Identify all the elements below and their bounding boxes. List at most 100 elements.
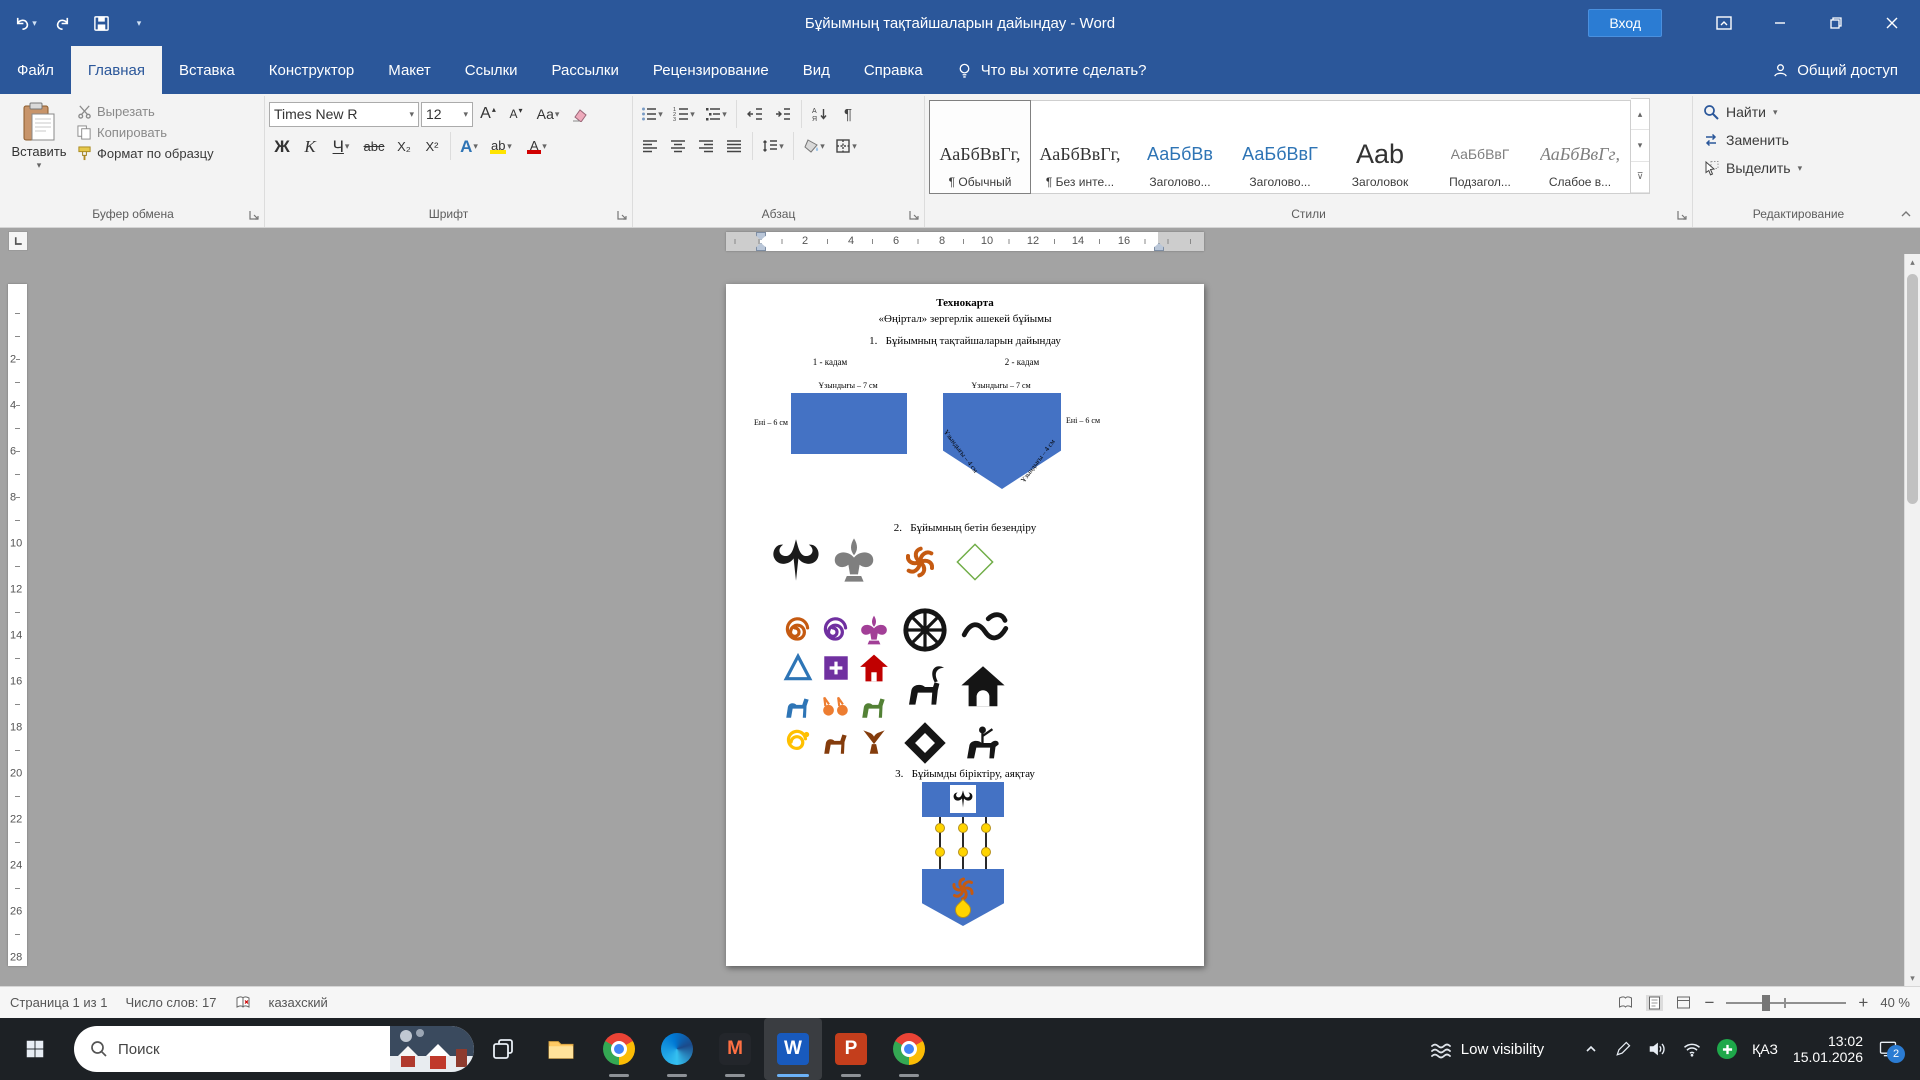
font-color-button[interactable]: А ▾ — [520, 133, 554, 159]
italic-button[interactable]: К — [297, 133, 323, 159]
file-explorer-button[interactable] — [532, 1018, 590, 1080]
m-app-button[interactable]: M — [706, 1018, 764, 1080]
language-indicator[interactable]: казахский — [269, 995, 328, 1010]
antivirus-tray-icon[interactable] — [1717, 1039, 1738, 1059]
subscript-button[interactable]: X₂ — [391, 133, 417, 159]
paste-button[interactable]: Вставить ▾ — [6, 98, 72, 170]
ornament-yurt[interactable] — [959, 662, 1007, 712]
grow-font-button[interactable]: А ▴ — [475, 101, 501, 127]
ornament-spiral-orange[interactable] — [782, 614, 814, 646]
web-layout-button[interactable] — [1675, 995, 1692, 1010]
vertical-ruler[interactable]: 2 4 6 8 10 12 14 16 18 20 22 24 26 28 — [8, 284, 27, 966]
ornament-wave[interactable] — [959, 606, 1011, 654]
chrome-button[interactable] — [590, 1018, 648, 1080]
taskbar-search-box[interactable]: Поиск — [74, 1026, 474, 1072]
ornament-animals-brown[interactable] — [820, 726, 852, 758]
hidden-icons-button[interactable] — [1583, 1041, 1599, 1057]
ornament-horse-rider[interactable] — [959, 720, 1009, 766]
ornament-tulip-gray[interactable] — [826, 536, 882, 584]
tell-me-box[interactable]: Что вы хотите сделать? — [940, 46, 1163, 94]
edge-button[interactable] — [648, 1018, 706, 1080]
proofing-icon[interactable] — [235, 995, 251, 1010]
shrink-font-button[interactable]: А ▾ — [503, 101, 529, 127]
clipboard-dialog-launcher[interactable] — [247, 208, 261, 222]
bold-button[interactable]: Ж — [269, 133, 295, 159]
document-page[interactable]: Технокарта «Өңіртал» зергерлік әшекей бұ… — [726, 284, 1204, 966]
style-title[interactable]: Аab Заголовок — [1330, 101, 1430, 193]
ornament-flower-spiral[interactable] — [899, 542, 941, 582]
ornament-knot-circle[interactable] — [901, 606, 949, 654]
shading-button[interactable]: ▾ — [799, 133, 829, 159]
tab-references[interactable]: Ссылки — [448, 46, 535, 94]
align-center-button[interactable] — [665, 133, 691, 159]
align-left-button[interactable] — [637, 133, 663, 159]
ornament-fleur-purple[interactable] — [858, 614, 890, 646]
styles-scroll-down-button[interactable]: ▾ — [1631, 130, 1649, 162]
ornament-bird-yellow[interactable] — [782, 726, 814, 758]
tab-layout[interactable]: Макет — [371, 46, 447, 94]
ornament-eagle-brown[interactable] — [858, 726, 890, 758]
find-button[interactable]: Найти ▾ — [1703, 98, 1894, 126]
ornament-horse-green[interactable] — [858, 690, 890, 722]
step1-rectangle-shape[interactable] — [791, 393, 907, 454]
change-case-button[interactable]: Аа ▾ — [531, 101, 565, 127]
tab-help[interactable]: Справка — [847, 46, 940, 94]
action-center-button[interactable]: 2 — [1878, 1039, 1905, 1063]
redo-button[interactable] — [46, 6, 80, 40]
language-input-indicator[interactable]: ҚАЗ — [1752, 1041, 1778, 1057]
tab-mailings[interactable]: Рассылки — [535, 46, 636, 94]
network-button[interactable] — [1682, 1039, 1702, 1059]
show-marks-button[interactable]: ¶ — [835, 101, 861, 127]
chrome-profile2-button[interactable] — [880, 1018, 938, 1080]
zoom-in-button[interactable]: + — [1858, 993, 1868, 1013]
ornament-diamond-outline[interactable] — [952, 540, 998, 584]
taskbar-weather-widget[interactable]: Low visibility — [1429, 1038, 1544, 1060]
style-subtle-emphasis[interactable]: АаБбВвГг, Слабое в... — [1530, 101, 1630, 193]
numbering-button[interactable]: 123 ▾ — [669, 101, 699, 127]
decrease-indent-button[interactable] — [742, 101, 768, 127]
align-right-button[interactable] — [693, 133, 719, 159]
styles-dialog-launcher[interactable] — [1675, 208, 1689, 222]
horizontal-ruler[interactable]: 2 4 6 8 10 12 14 16 — [726, 232, 1204, 251]
replace-button[interactable]: Заменить — [1703, 126, 1894, 154]
style-subtitle[interactable]: АаБбВвГ Подзагол... — [1430, 101, 1530, 193]
print-layout-button[interactable] — [1646, 994, 1664, 1011]
scroll-down-arrow[interactable]: ▾ — [1905, 970, 1920, 986]
taskbar-clock[interactable]: 13:02 15.01.2026 — [1793, 1033, 1863, 1065]
paragraph-dialog-launcher[interactable] — [907, 208, 921, 222]
ornament-bird-large[interactable] — [769, 536, 823, 584]
tab-home[interactable]: Главная — [70, 46, 162, 94]
ornament-triangle-blue[interactable] — [782, 652, 814, 684]
styles-scroll-up-button[interactable]: ▴ — [1631, 99, 1649, 131]
strikethrough-button[interactable]: abc — [359, 133, 389, 159]
tab-insert[interactable]: Вставка — [162, 46, 252, 94]
start-button[interactable] — [6, 1018, 64, 1080]
customize-qat-button[interactable]: ▾ — [122, 6, 156, 40]
tab-file[interactable]: Файл — [0, 46, 71, 94]
weather-widget-thumbnail[interactable] — [390, 1026, 474, 1072]
ornament-ibex[interactable] — [901, 662, 949, 712]
powerpoint-button[interactable]: P — [822, 1018, 880, 1080]
undo-button[interactable]: ▾ — [8, 6, 42, 40]
text-effects-button[interactable]: А ▾ — [456, 133, 482, 159]
share-button[interactable]: Общий доступ — [1750, 46, 1920, 94]
ribbon-display-options-button[interactable] — [1696, 0, 1752, 46]
style-heading2[interactable]: АаБбВвГ Заголово... — [1230, 101, 1330, 193]
vertical-scrollbar[interactable]: ▴ ▾ — [1904, 254, 1920, 986]
task-view-button[interactable] — [474, 1018, 532, 1080]
pen-settings-button[interactable] — [1614, 1040, 1632, 1058]
line-spacing-button[interactable]: ▾ — [758, 133, 788, 159]
cut-button[interactable]: Вырезать — [72, 102, 219, 121]
zoom-percent[interactable]: 40 % — [1880, 995, 1910, 1010]
scroll-up-arrow[interactable]: ▴ — [1905, 254, 1920, 270]
sort-button[interactable]: АЯ — [807, 101, 833, 127]
increase-indent-button[interactable] — [770, 101, 796, 127]
tab-view[interactable]: Вид — [786, 46, 847, 94]
clear-formatting-button[interactable] — [567, 101, 593, 127]
zoom-slider-thumb[interactable] — [1762, 994, 1771, 1011]
style-heading1[interactable]: АаБбВв Заголово... — [1130, 101, 1230, 193]
borders-button[interactable]: ▾ — [831, 133, 861, 159]
ornament-diamond-x[interactable] — [901, 720, 949, 766]
assembly-ornament-box[interactable] — [950, 785, 976, 813]
format-painter-button[interactable]: Формат по образцу — [72, 144, 219, 163]
